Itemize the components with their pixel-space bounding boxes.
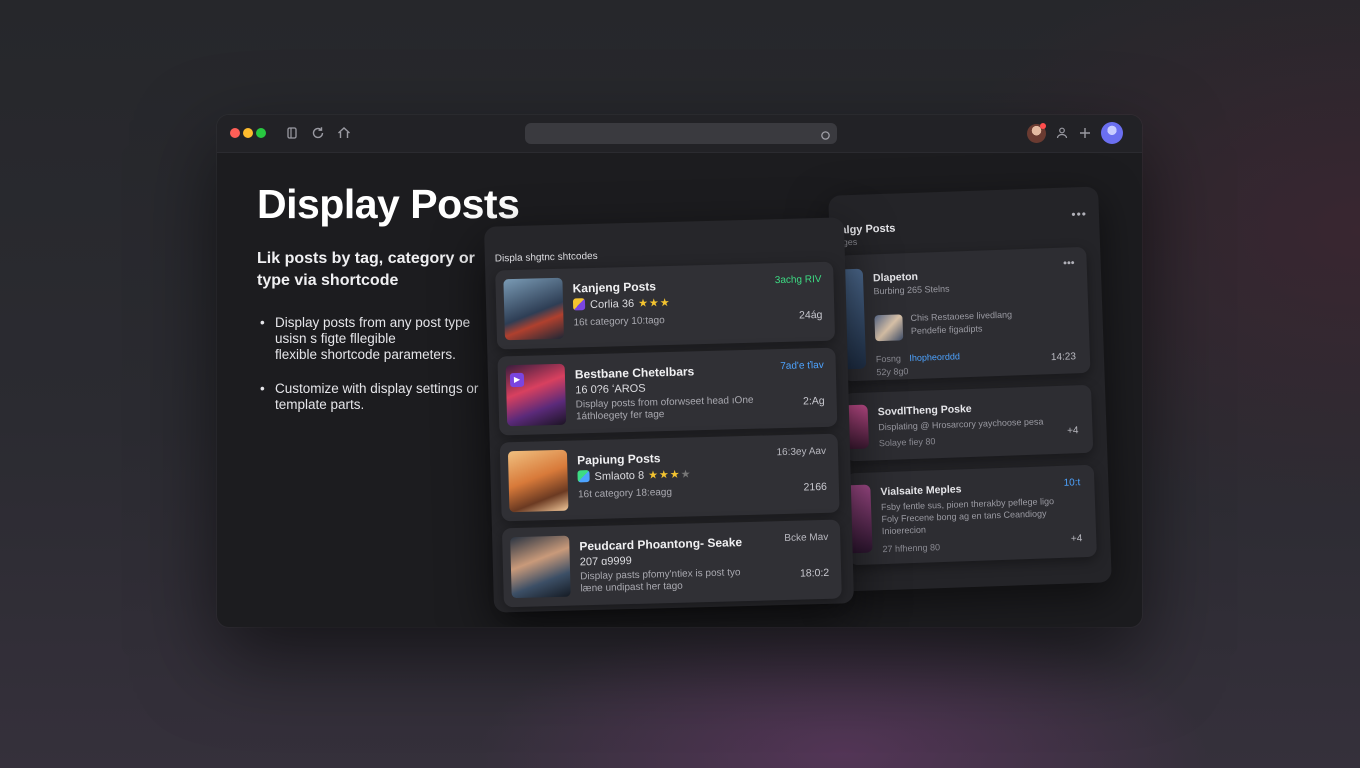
post-meta-label: Fosng: [875, 353, 902, 365]
post-meta: Solaye fiey 80: [878, 436, 936, 449]
browser-window: Display Posts Lik posts by tag, category…: [217, 115, 1142, 627]
subtitle-line: Lik posts by tag, category or: [257, 250, 475, 267]
post-meta: 16t category 10:tago: [573, 315, 665, 329]
post-title: Dlapeton: [872, 270, 919, 285]
post-category: Corlia 36: [589, 297, 635, 312]
post-card[interactable]: ▶ Bestbane Chetelbars 16 0?6 ʻAROS Displ…: [497, 347, 838, 436]
notification-dot: [1040, 123, 1046, 129]
post-description: Display pasts pfomy'ntiex is post tyo læ…: [580, 567, 741, 595]
post-meta: Fosng Ihopheorddd: [876, 351, 960, 364]
post-tag: 3achg RIV: [774, 273, 822, 287]
posts-preview-panel: Displa shgtnc shtcodes Kanjeng Posts Cor…: [484, 217, 854, 613]
home-icon[interactable]: [336, 125, 352, 141]
post-value: +4: [1066, 425, 1079, 437]
panel-title: lalgy Posts: [837, 222, 896, 237]
post-value: 18:0:2: [799, 566, 830, 580]
page-subtitle: Lik posts by tag, category or type via s…: [257, 248, 482, 292]
post-text: Chis Restaoese livedlang: [910, 309, 1013, 324]
video-badge-icon: ▶: [509, 372, 525, 388]
feature-text: Customize with display settings or: [275, 381, 479, 396]
post-subtitle: Corlia 36 ★★★: [572, 296, 671, 312]
account-avatar[interactable]: [1101, 122, 1123, 144]
post-text: Pendefie figadipts: [910, 323, 983, 337]
post-tag: 10:t: [1063, 477, 1081, 489]
rating-stars: ★★★★: [647, 468, 692, 482]
post-category: Smlaoto 8: [594, 469, 645, 483]
more-options-icon[interactable]: •••: [1071, 207, 1087, 222]
post-tag: 7ad'e ťlav: [780, 359, 824, 373]
post-thumbnail: ▶: [505, 363, 567, 427]
post-subtitle: 16 0?6 ʻAROS: [575, 382, 646, 397]
post-tag: 16:3ey Aav: [776, 445, 827, 459]
post-value: 24ág: [798, 308, 823, 322]
post-title: Papiung Posts: [576, 451, 661, 468]
page-title: Display Posts: [257, 181, 520, 227]
post-value: 2:Ag: [802, 394, 825, 408]
post-card[interactable]: Peudcard Phoantong- Seake 207 ɑ9999 Disp…: [501, 519, 842, 608]
post-card[interactable]: Dlapeton Burbing 265 Stelns Chis Restaoe…: [838, 246, 1091, 382]
post-title: Peudcard Phoantong- Seake: [579, 535, 743, 554]
post-card[interactable]: SovdlTheng Poske Displating @ Hrosarcory…: [843, 384, 1094, 462]
feature-text: flexible shortcode parameters.: [275, 347, 456, 362]
post-thumbnail: [503, 277, 564, 341]
post-value: 14:23: [1050, 351, 1077, 364]
post-text: Inioerecion: [881, 524, 927, 537]
close-window-button[interactable]: [230, 128, 240, 138]
post-meta: 16t category 18:eagg: [577, 486, 673, 501]
post-meta: 52y 8g0: [876, 366, 909, 378]
post-tag: Bcke Mav: [784, 531, 829, 545]
post-card[interactable]: Papiung Posts Smlaoto 8 ★★★★ 16t category…: [499, 433, 840, 522]
subtitle-line: type via shortcode: [257, 272, 399, 289]
post-title: Kanjeng Posts: [572, 279, 657, 296]
feature-list: Display posts from any post type usisn s…: [257, 315, 487, 413]
post-image: [874, 314, 904, 342]
more-options-icon[interactable]: •••: [1063, 257, 1075, 269]
user-icon[interactable]: [1054, 125, 1070, 141]
post-meta: 27 hfhenng 80: [882, 542, 941, 555]
reload-icon[interactable]: [820, 128, 831, 140]
secondary-posts-panel: lalgy Posts ages ••• Dlapeton Burbing 26…: [828, 186, 1112, 592]
post-subtitle: Smlaoto 8 ★★★★: [577, 467, 692, 483]
post-title: Vialsaite Meples: [880, 483, 962, 499]
refresh-icon[interactable]: [310, 125, 326, 141]
feature-item: Display posts from any post type usisn s…: [257, 315, 487, 363]
post-value: 2166: [803, 480, 828, 494]
feature-text: usisn s figte fllegible: [275, 331, 396, 346]
post-card[interactable]: Vialsaite Meples Fsby fentle sus, pioen …: [845, 464, 1097, 566]
post-card[interactable]: Kanjeng Posts Corlia 36 ★★★ 16t category …: [495, 261, 836, 350]
url-input[interactable]: [533, 123, 817, 146]
maximize-window-button[interactable]: [256, 128, 266, 138]
post-thumbnail: [507, 449, 569, 513]
extensions-icon[interactable]: [1077, 125, 1093, 141]
address-bar[interactable]: [525, 123, 837, 146]
post-thumbnail: [510, 535, 571, 599]
post-title: SovdlTheng Poske: [877, 402, 972, 419]
feature-item: Customize with display settings or templ…: [257, 381, 487, 413]
post-subtitle: Burbing 265 Stelns: [873, 283, 950, 297]
sidebar-icon[interactable]: [284, 125, 300, 141]
feature-text: template parts.: [275, 397, 365, 412]
post-title: Bestbane Chetelbars: [574, 364, 695, 382]
minimize-window-button[interactable]: [243, 128, 253, 138]
post-subtitle: 207 ɑ9999: [579, 555, 632, 569]
title-bar: [217, 115, 1142, 153]
category-icon: [577, 470, 590, 483]
post-description: Display posts from oforwseet head ıOne 1…: [576, 395, 754, 424]
post-subtitle: Displating @ Hrosarcory yaychoose pesa: [878, 416, 1044, 433]
category-icon: [572, 298, 586, 311]
feature-text: Display posts from any post type: [275, 315, 471, 330]
post-meta-link[interactable]: Ihopheorddd: [909, 351, 960, 363]
rating-stars: ★★★: [637, 296, 671, 310]
post-value: +4: [1070, 533, 1083, 545]
panel-header: Displa shgtnc shtcodes: [494, 250, 598, 265]
